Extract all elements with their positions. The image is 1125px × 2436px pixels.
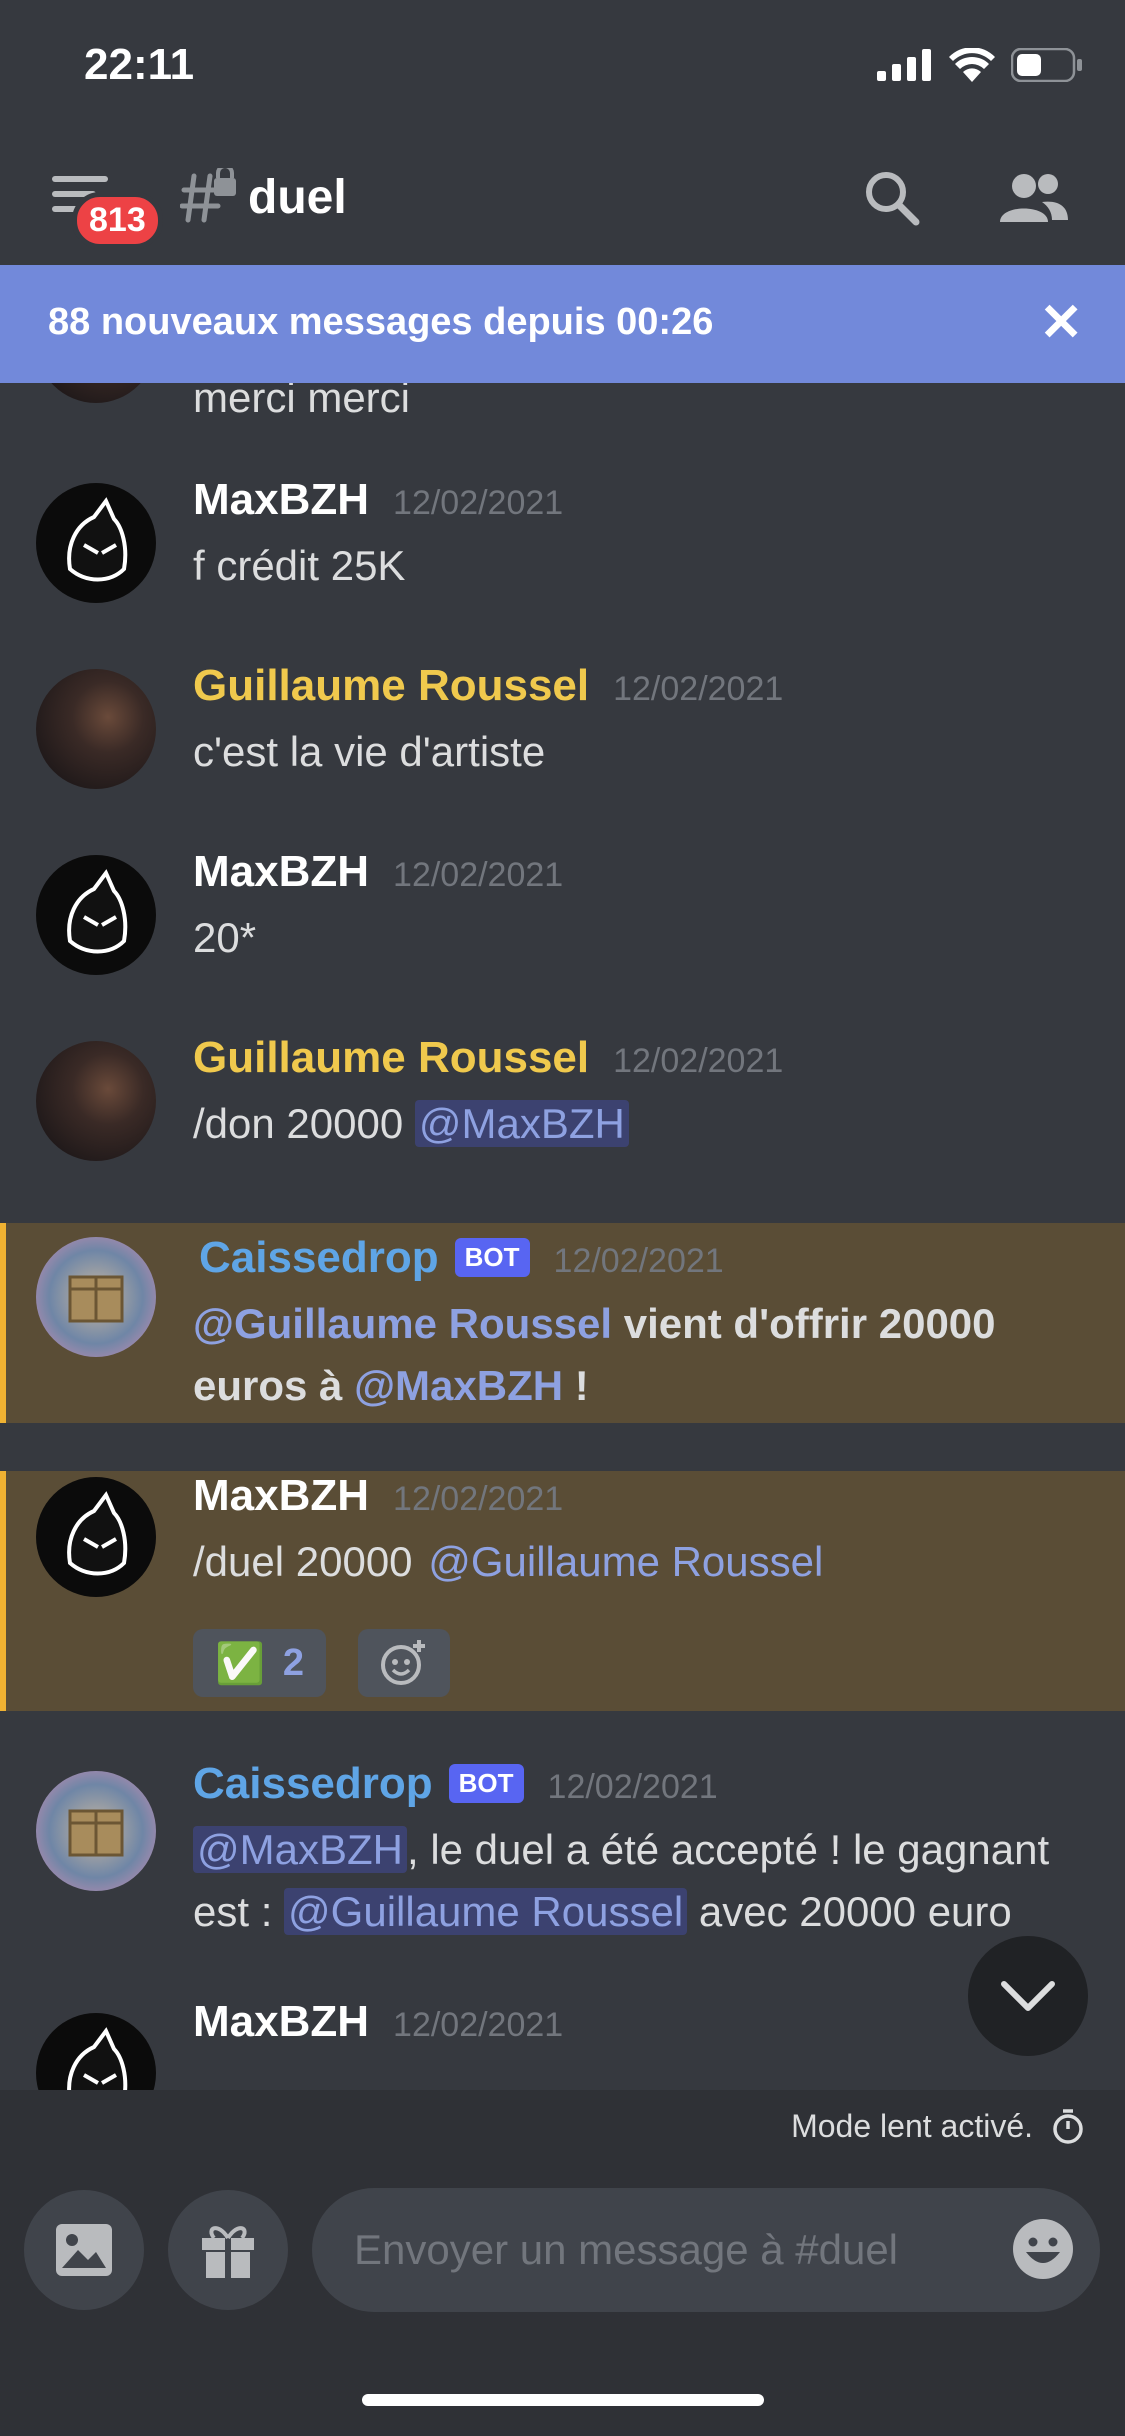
crate-icon: [68, 1809, 124, 1857]
timestamp: 12/02/2021: [613, 670, 784, 708]
status-time: 22:11: [84, 40, 195, 89]
user-mention[interactable]: @MaxBZH: [414, 1100, 629, 1147]
locked-channel-icon: [180, 168, 236, 223]
message: MaxBZH 12/02/2021 20*: [0, 847, 1125, 985]
members-icon[interactable]: [996, 170, 1070, 226]
avatar[interactable]: [36, 855, 156, 975]
user-mention[interactable]: @Guillaume Roussel: [284, 1888, 688, 1935]
new-messages-text: 88 nouveaux messages depuis 00:26: [48, 301, 714, 343]
hooded-figure-icon: [67, 2027, 128, 2090]
status-icons: [877, 48, 1083, 82]
add-reaction-icon: [381, 1640, 425, 1685]
message-author[interactable]: Guillaume Roussel 12/02/2021: [193, 661, 783, 711]
message-author[interactable]: MaxBZH 12/02/2021: [193, 847, 563, 897]
emoji-icon[interactable]: [1010, 2216, 1076, 2282]
message-text: merci merci: [193, 383, 410, 421]
message-list[interactable]: merci merci MaxBZH 12/02/2021 f crédit 25…: [0, 383, 1125, 2090]
message-text: 20*: [193, 914, 257, 961]
check-icon: ✅: [215, 1641, 265, 1686]
search-icon[interactable]: [862, 168, 922, 228]
hooded-figure-icon: [67, 869, 128, 954]
channel-name: duel: [248, 171, 347, 224]
chevron-down-icon: [1001, 1981, 1055, 2011]
user-mention[interactable]: @MaxBZH: [354, 1362, 563, 1409]
message-author[interactable]: MaxBZH 12/02/2021: [193, 1471, 563, 1521]
add-reaction-button[interactable]: [358, 1629, 450, 1697]
message: MaxBZH 12/02/2021: [0, 1997, 1125, 2090]
message: MaxBZH 12/02/2021 f crédit 25K: [0, 475, 1125, 613]
message-author[interactable]: Guillaume Roussel 12/02/2021: [193, 1033, 783, 1083]
avatar[interactable]: [36, 1237, 156, 1357]
message-author[interactable]: Caissedrop BOT 12/02/2021: [199, 1233, 724, 1283]
message-text: @MaxBZH, le duel a été accepté ! le gagn…: [193, 1826, 1050, 1935]
jump-to-bottom-button[interactable]: [968, 1936, 1088, 2056]
top-bar: 22:11 813 duel: [0, 0, 1125, 265]
timestamp: 12/02/2021: [393, 2006, 564, 2044]
avatar[interactable]: [36, 1771, 156, 1891]
message-text: c'est la vie d'artiste: [193, 728, 546, 775]
message-author[interactable]: MaxBZH 12/02/2021: [193, 1997, 563, 2047]
home-indicator: [362, 2394, 764, 2406]
wifi-icon: [949, 48, 995, 82]
timestamp: 12/02/2021: [547, 1768, 718, 1806]
message-highlighted: Caissedrop BOT 12/02/2021 @Guillaume Rouss…: [0, 1223, 1125, 1423]
message-input-placeholder: Envoyer un message à #duel: [354, 2226, 899, 2273]
gift-button[interactable]: [168, 2190, 288, 2310]
message-text: f crédit 25K: [193, 542, 406, 589]
hooded-figure-icon: [67, 497, 128, 582]
close-icon[interactable]: ✕: [1039, 297, 1083, 349]
signal-icon: [877, 49, 931, 81]
timestamp: 12/02/2021: [613, 1042, 784, 1080]
timestamp: 12/02/2021: [393, 484, 564, 522]
battery-icon: [1011, 48, 1082, 82]
hooded-figure-icon: [67, 1491, 128, 1576]
composer: Envoyer un message à #duel: [0, 2162, 1125, 2436]
gift-icon: [202, 2226, 254, 2278]
message-author[interactable]: Caissedrop BOT 12/02/2021: [193, 1759, 718, 1809]
message-highlighted: MaxBZH 12/02/2021 /duel 20000 @Guillaume …: [0, 1471, 1125, 1711]
user-mention[interactable]: @MaxBZH: [193, 1826, 407, 1873]
bot-tag: BOT: [454, 1238, 530, 1277]
slow-mode-bar: Mode lent activé.: [0, 2090, 1125, 2162]
message-input[interactable]: Envoyer un message à #duel: [312, 2188, 1100, 2312]
reaction-count: 2: [282, 1641, 304, 1684]
user-mention[interactable]: @Guillaume Roussel: [193, 1300, 612, 1347]
message: merci merci: [0, 383, 1125, 423]
reaction-checkmark[interactable]: ✅ 2: [193, 1629, 326, 1697]
avatar[interactable]: [36, 2013, 156, 2090]
message: Caissedrop BOT 12/02/2021 @MaxBZH, le duel…: [0, 1759, 1125, 1971]
avatar[interactable]: [36, 383, 156, 403]
image-icon: [56, 2224, 112, 2276]
avatar[interactable]: [36, 669, 156, 789]
slow-mode-text: Mode lent activé.: [791, 2108, 1033, 2144]
message: Guillaume Roussel 12/02/2021 /don 20000 @…: [0, 1033, 1125, 1171]
crate-icon: [68, 1275, 124, 1323]
message-text: /don 20000 @MaxBZH: [193, 1093, 1093, 1155]
avatar[interactable]: [36, 1041, 156, 1161]
message-author[interactable]: MaxBZH 12/02/2021: [193, 475, 563, 525]
message-text: @Guillaume Roussel vient d'offrir 20000 …: [193, 1300, 996, 1409]
stopwatch-icon: [1053, 2109, 1083, 2144]
message-text: /duel 20000 @Guillaume Roussel: [193, 1531, 1093, 1593]
user-mention[interactable]: @Guillaume Roussel: [424, 1538, 827, 1585]
avatar[interactable]: [36, 483, 156, 603]
attach-image-button[interactable]: [24, 2190, 144, 2310]
timestamp: 12/02/2021: [393, 1480, 564, 1518]
bot-tag: BOT: [448, 1764, 524, 1803]
timestamp: 12/02/2021: [393, 856, 564, 894]
timestamp: 12/02/2021: [553, 1242, 724, 1280]
new-messages-banner[interactable]: 88 nouveaux messages depuis 00:26 ✕: [0, 265, 1125, 383]
unread-badge: 813: [72, 192, 163, 249]
avatar[interactable]: [36, 1477, 156, 1597]
message: Guillaume Roussel 12/02/2021 c'est la vie…: [0, 661, 1125, 799]
